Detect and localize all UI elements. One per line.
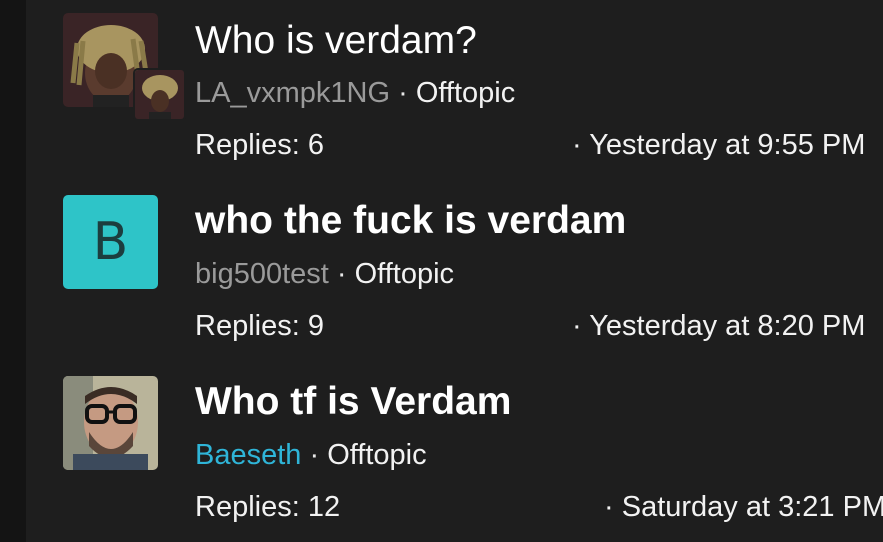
thread-title[interactable]: who the fuck is verdam [195,198,626,244]
author-link[interactable]: LA_vxmpk1NG [195,77,390,109]
reply-count: Replies: 6 [195,129,324,161]
date-separator: · [572,129,582,161]
thread-meta: Baeseth · Offtopic [195,437,427,473]
last-post-date[interactable]: · Yesterday at 9:55 PM [572,127,865,163]
thread-title[interactable]: Who tf is Verdam [195,379,511,425]
avatar-letter: B [92,212,129,272]
user-photo-dreadlocks-icon [135,70,184,119]
forum-link[interactable]: Offtopic [355,258,454,290]
thread-item[interactable]: B who the fuck is verdam big500test · Of… [0,181,883,362]
author-link[interactable]: Baeseth [195,439,301,471]
avatar[interactable] [63,376,158,470]
reply-count: Replies: 12 [195,491,341,523]
last-post-date[interactable]: · Yesterday at 8:20 PM [572,308,865,344]
thread-item[interactable]: Who tf is Verdam Baeseth · Offtopic Repl… [0,362,883,542]
meta-separator: · [309,439,320,471]
user-photo-glasses-icon [63,376,158,470]
last-post-date[interactable]: · Saturday at 3:21 PM [604,489,883,525]
date-text[interactable]: Saturday at 3:21 PM [622,491,883,523]
date-separator: · [604,491,614,523]
meta-separator: · [336,258,347,290]
last-poster-avatar[interactable] [135,70,184,119]
avatar[interactable]: B [63,195,158,289]
date-text[interactable]: Yesterday at 8:20 PM [589,310,865,342]
thread-meta: LA_vxmpk1NG · Offtopic [195,75,515,111]
thread-meta: big500test · Offtopic [195,256,454,292]
forum-link[interactable]: Offtopic [327,439,426,471]
thread-item[interactable]: Who is verdam? LA_vxmpk1NG · Offtopic Re… [0,0,883,181]
date-text[interactable]: Yesterday at 9:55 PM [589,129,865,161]
forum-link[interactable]: Offtopic [416,77,515,109]
meta-separator: · [398,77,408,109]
author-link[interactable]: big500test [195,258,329,290]
date-separator: · [572,310,582,342]
thread-title[interactable]: Who is verdam? [195,18,477,64]
reply-count: Replies: 9 [195,310,324,342]
